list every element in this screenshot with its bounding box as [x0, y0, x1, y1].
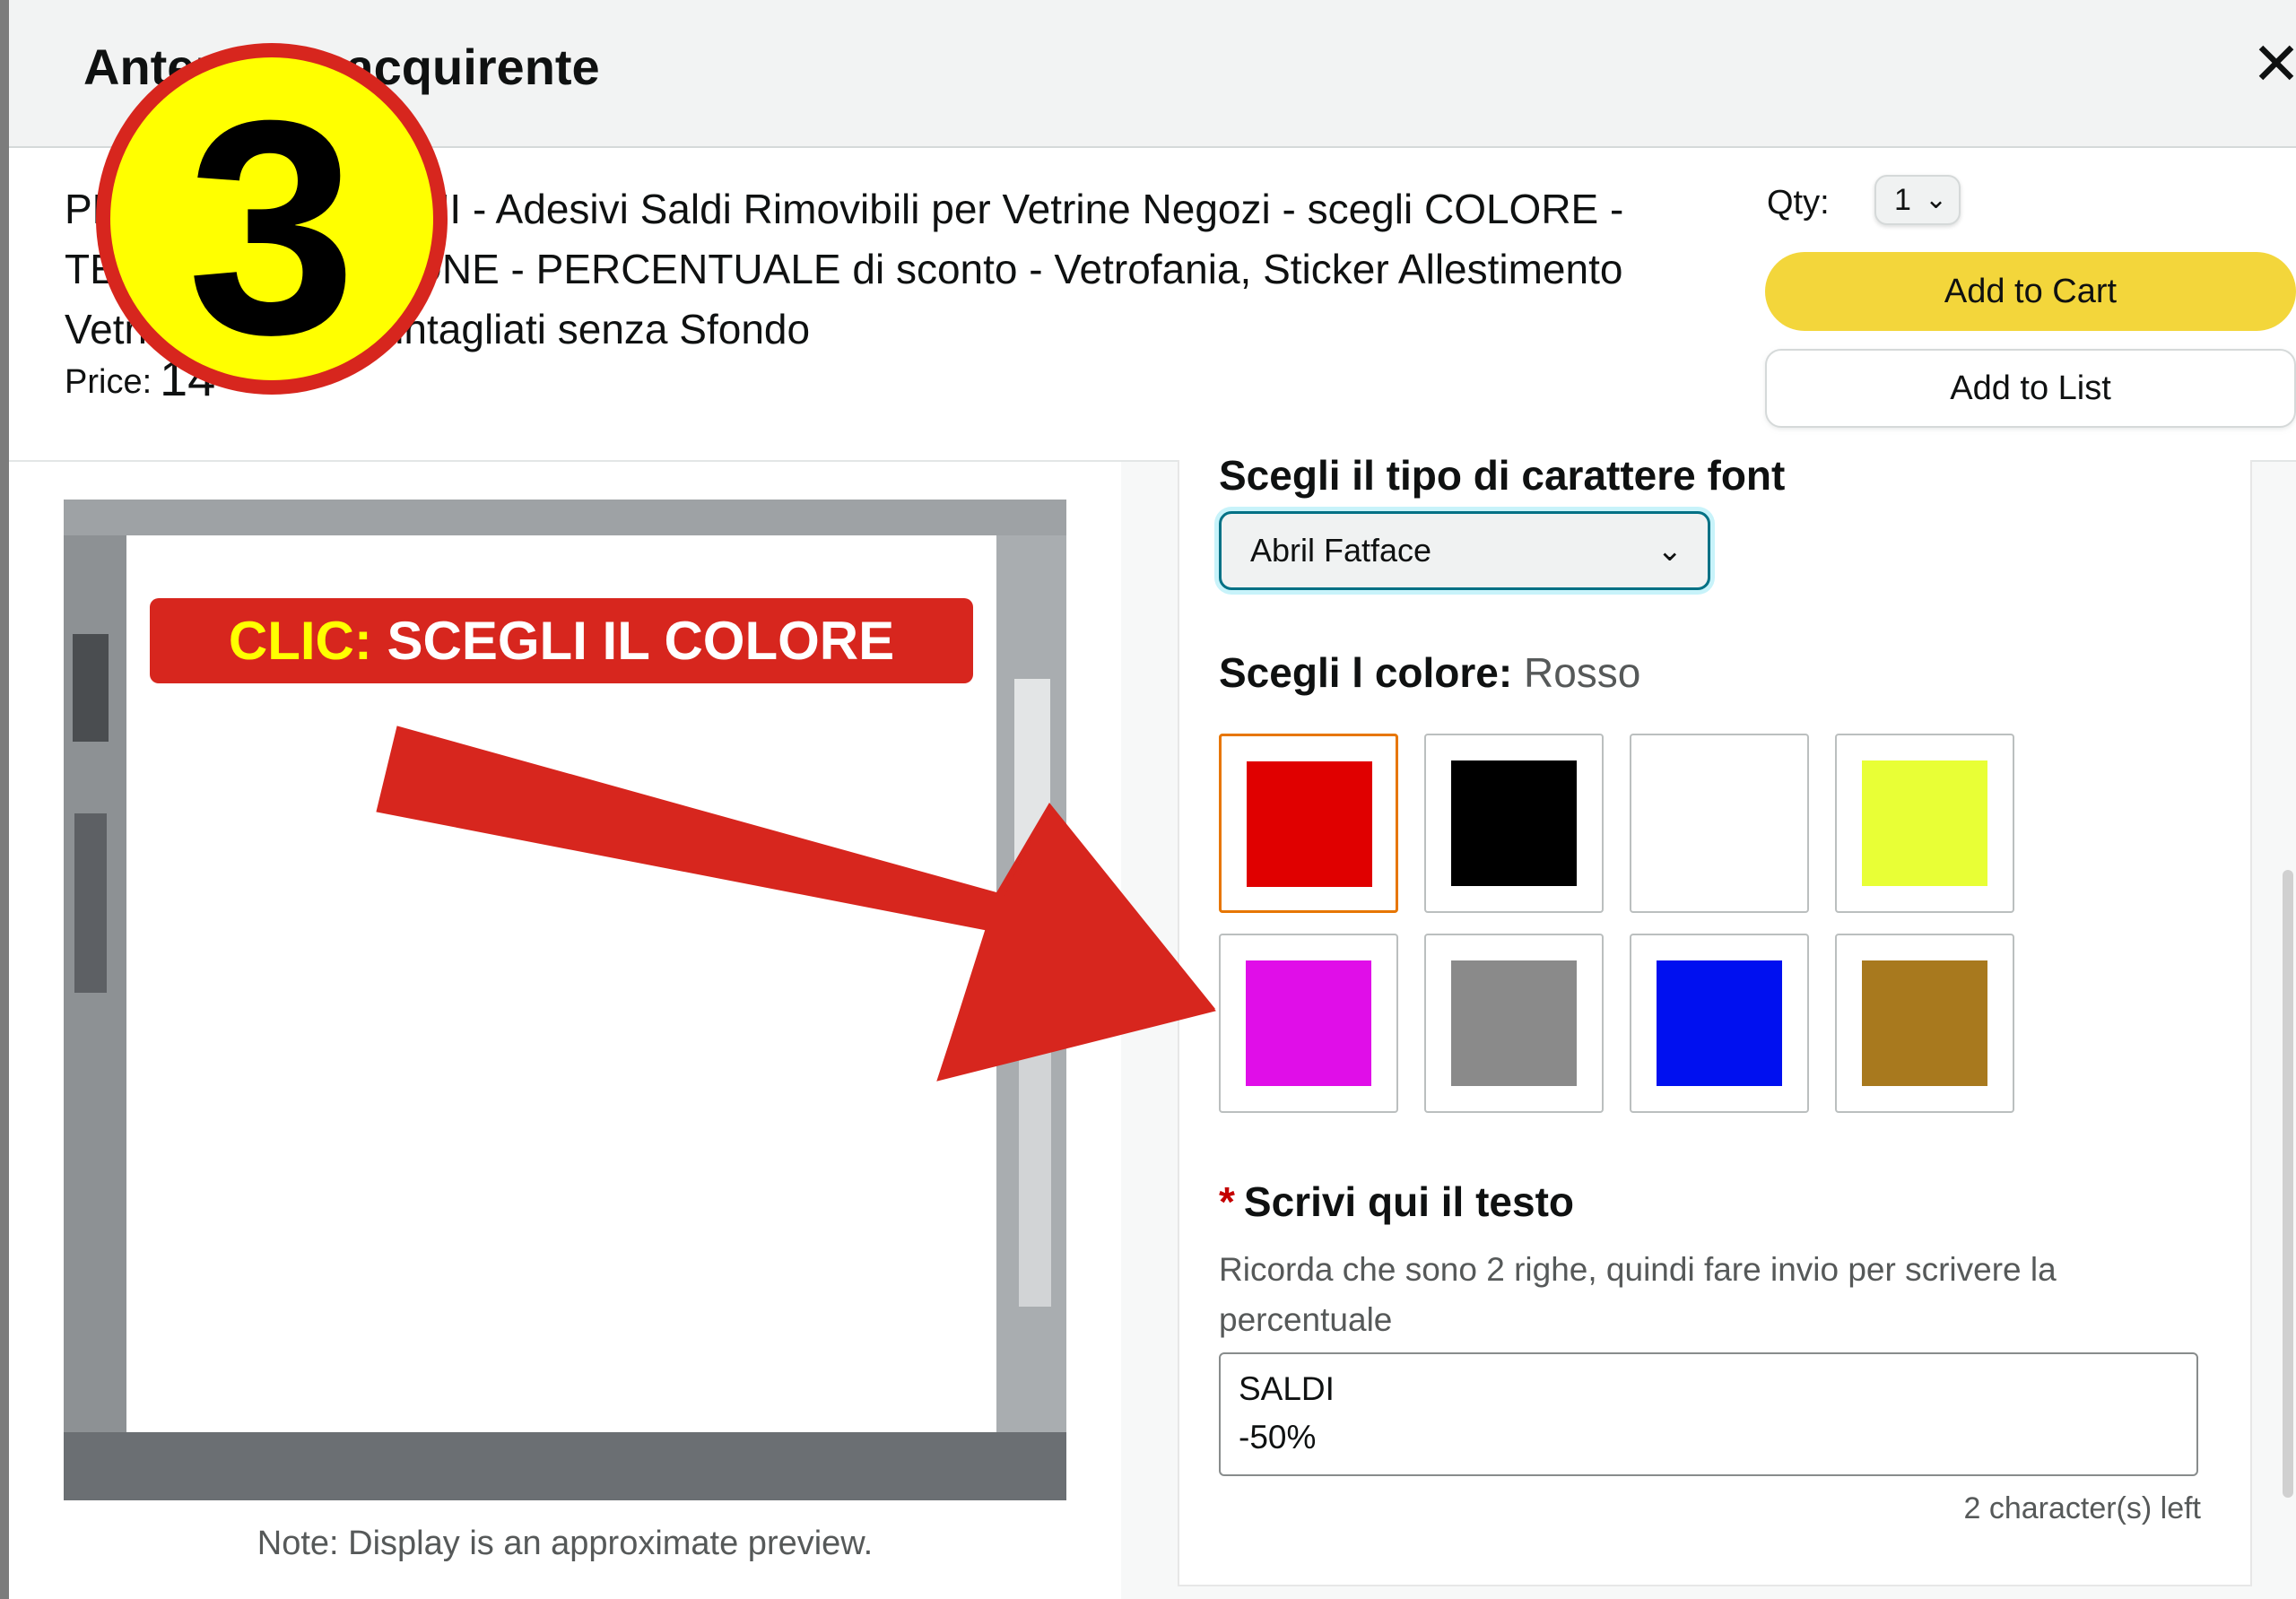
close-icon[interactable]: ✕	[2249, 34, 2296, 99]
step-number-badge: 3	[96, 43, 448, 398]
chevron-down-icon: ⌄	[1925, 185, 1948, 214]
font-select[interactable]: Abril Fatface ⌄	[1219, 511, 1710, 590]
color-heading-label: Scegli l colore:	[1219, 649, 1513, 696]
text-heading: * Scrivi qui il testo	[1219, 1178, 1574, 1226]
callout-text: SCEGLI IL COLORE	[387, 611, 895, 671]
qty-value: 1	[1894, 183, 1911, 217]
required-mark: *	[1219, 1178, 1235, 1225]
add-to-cart-button[interactable]: Add to Cart	[1765, 252, 2296, 331]
price-label: Price:	[65, 363, 152, 401]
color-chip	[1862, 960, 1987, 1086]
options-card: Scegli il tipo di carattere font Abril F…	[1178, 452, 2252, 1586]
color-chip	[1657, 960, 1782, 1086]
scrollbar[interactable]	[2283, 870, 2293, 1498]
color-chip	[1247, 761, 1372, 887]
color-chip	[1246, 960, 1371, 1086]
color-swatch-blue[interactable]	[1630, 934, 1809, 1113]
add-to-list-button[interactable]: Add to List	[1765, 349, 2296, 428]
font-heading: Scegli il tipo di carattere font	[1219, 452, 1786, 499]
qty-select[interactable]: 1 ⌄	[1874, 175, 1961, 225]
step-number: 3	[110, 57, 433, 398]
color-swatch-red[interactable]	[1219, 734, 1398, 913]
window-edge	[0, 0, 9, 1599]
color-swatch-yellow[interactable]	[1835, 734, 2014, 913]
custom-text-input[interactable]: SALDI -50%	[1219, 1352, 2198, 1476]
color-chip	[1451, 760, 1577, 886]
preview-note: Note: Display is an approximate preview.	[257, 1525, 874, 1562]
text-help: Ricorda che sono 2 righe, quindi fare in…	[1219, 1251, 2057, 1338]
color-chip	[1862, 760, 1987, 886]
color-selected-value: Rosso	[1524, 649, 1641, 696]
callout-accent: CLIC:	[228, 611, 372, 671]
chars-left-counter: 2 character(s) left	[1963, 1491, 2201, 1525]
color-chip	[1657, 760, 1782, 886]
color-swatch-magenta[interactable]	[1219, 934, 1398, 1113]
font-selected-value: Abril Fatface	[1250, 532, 1432, 569]
options-panel: Scegli il tipo di carattere font Abril F…	[1121, 452, 2296, 1599]
qty-label: Qty:	[1767, 184, 1830, 222]
color-heading: Scegli l colore: Rosso	[1219, 648, 1640, 697]
color-swatch-white[interactable]	[1630, 734, 1809, 913]
color-chip	[1451, 960, 1577, 1086]
chevron-down-icon: ⌄	[1657, 534, 1683, 568]
color-swatch-black[interactable]	[1424, 734, 1604, 913]
instruction-callout: CLIC: SCEGLI IL COLORE	[150, 598, 973, 683]
color-swatch-gold[interactable]	[1835, 934, 2014, 1113]
color-swatch-gray[interactable]	[1424, 934, 1604, 1113]
text-heading-label: Scrivi qui il testo	[1243, 1178, 1574, 1225]
